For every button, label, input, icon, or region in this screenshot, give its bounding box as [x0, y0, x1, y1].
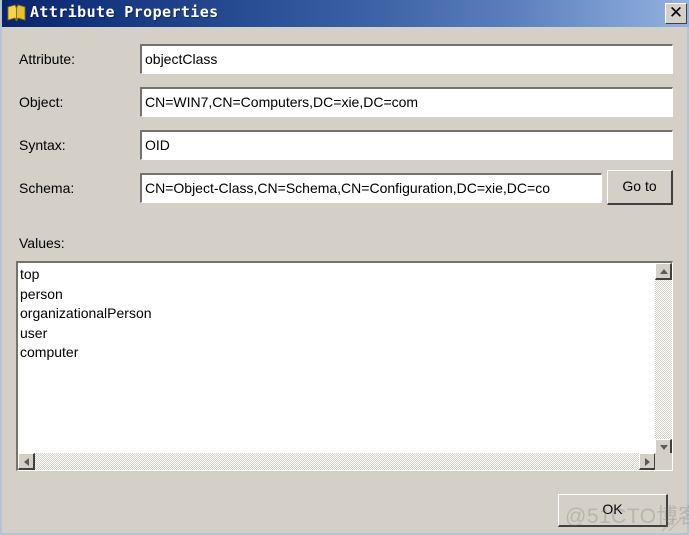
go-to-button-label: Go to [622, 178, 657, 194]
ok-button[interactable]: OK [558, 494, 668, 527]
values-label: Values: [19, 235, 65, 251]
schema-input[interactable]: CN=Object-Class,CN=Schema,CN=Configurati… [140, 173, 602, 203]
go-to-button[interactable]: Go to [607, 170, 673, 205]
scrollbar-corner [655, 453, 672, 470]
chevron-up-icon [660, 269, 668, 274]
object-label: Object: [19, 94, 64, 110]
attribute-properties-dialog: Attribute Properties ✕ Attribute: object… [0, 0, 689, 535]
attribute-input[interactable]: objectClass [140, 44, 673, 74]
chevron-left-icon [24, 458, 29, 466]
vertical-scrollbar[interactable] [655, 263, 672, 456]
ok-button-label: OK [602, 501, 623, 517]
scroll-right-button[interactable] [639, 453, 656, 470]
scroll-left-button[interactable] [18, 453, 35, 470]
close-icon: ✕ [668, 3, 684, 22]
attribute-label: Attribute: [19, 51, 76, 67]
syntax-input[interactable]: OID [140, 130, 673, 160]
title-bar[interactable]: Attribute Properties ✕ [2, 0, 689, 27]
chevron-down-icon [660, 445, 668, 450]
close-button[interactable]: ✕ [665, 3, 687, 24]
horizontal-scrollbar[interactable] [18, 453, 656, 470]
chevron-right-icon [645, 458, 650, 466]
values-text[interactable]: top person organizationalPerson user com… [20, 265, 645, 445]
book-icon [7, 4, 26, 22]
values-listbox[interactable]: top person organizationalPerson user com… [16, 261, 673, 471]
scroll-up-button[interactable] [655, 263, 672, 280]
object-input[interactable]: CN=WIN7,CN=Computers,DC=xie,DC=com [140, 87, 673, 117]
window-title: Attribute Properties [30, 3, 219, 21]
syntax-label: Syntax: [19, 137, 66, 153]
schema-label: Schema: [19, 180, 75, 196]
